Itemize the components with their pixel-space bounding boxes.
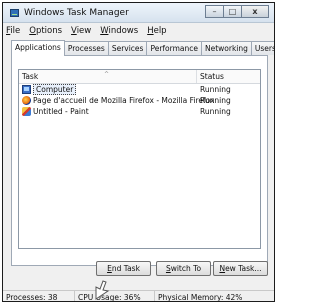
list-header: Task ^ Status [19, 70, 260, 84]
column-header-status[interactable]: Status [197, 70, 224, 83]
status-physical-memory: Physical Memory: 42% [158, 293, 243, 302]
menu-options[interactable]: Options [29, 24, 62, 38]
task-status: Running [200, 85, 231, 94]
minimize-button[interactable]: – [205, 5, 223, 18]
firefox-icon [22, 96, 31, 105]
menu-view[interactable]: View [71, 24, 91, 38]
status-cpu-usage: CPU Usage: 36% [75, 291, 155, 301]
task-name: Untitled - Paint [33, 107, 89, 116]
task-status: Running [200, 107, 231, 116]
task-cell: Page d'accueil de Mozilla Firefox - Mozi… [19, 96, 214, 105]
task-cell: Computer [19, 84, 197, 95]
task-status: Running [200, 96, 231, 105]
menu-file[interactable]: File [6, 24, 20, 38]
status-processes: Processes: 38 [3, 291, 75, 301]
menu-windows[interactable]: Windows [100, 24, 138, 38]
tab-strip: Applications Processes Services Performa… [11, 40, 274, 56]
tab-users[interactable]: Users [250, 41, 274, 55]
sort-arrow-icon: ^ [104, 71, 110, 78]
maximize-button[interactable]: □ [223, 5, 241, 18]
column-header-task[interactable]: Task ^ [19, 70, 197, 83]
menu-bar: File Options View Windows Help [3, 24, 274, 38]
task-row[interactable]: Untitled - Paint Running [19, 106, 260, 117]
menu-help[interactable]: Help [147, 24, 166, 38]
switch-to-button[interactable]: Switch To [156, 261, 211, 276]
end-task-button[interactable]: End Task [96, 261, 151, 276]
computer-icon [22, 85, 31, 94]
tab-processes[interactable]: Processes [63, 41, 109, 55]
task-list[interactable]: Task ^ Status Computer Running Page d'ac… [18, 69, 261, 249]
applications-panel: Task ^ Status Computer Running Page d'ac… [11, 55, 268, 266]
tab-performance[interactable]: Performance [146, 41, 202, 55]
status-bar: Processes: 38 CPU Usage: 36% Physical Me… [3, 290, 274, 302]
task-row[interactable]: Computer Running [19, 84, 260, 95]
tab-services[interactable]: Services [107, 41, 148, 55]
task-manager-window: Windows Task Manager – □ x File Options … [2, 2, 275, 302]
task-manager-icon [10, 9, 19, 17]
task-row[interactable]: Page d'accueil de Mozilla Firefox - Mozi… [19, 95, 260, 106]
task-name: Computer [33, 84, 77, 95]
new-task-button[interactable]: New Task... [213, 261, 268, 276]
title-bar[interactable]: Windows Task Manager – □ x [3, 3, 274, 23]
task-cell: Untitled - Paint [19, 107, 197, 116]
close-button[interactable]: x [241, 5, 269, 18]
mouse-pointer-icon [95, 280, 110, 300]
window-title: Windows Task Manager [24, 8, 129, 18]
tab-networking[interactable]: Networking [200, 41, 252, 55]
window-controls: – □ x [205, 5, 269, 19]
task-name: Page d'accueil de Mozilla Firefox - Mozi… [33, 96, 215, 105]
paint-icon [22, 107, 31, 116]
tab-applications[interactable]: Applications [11, 40, 65, 56]
